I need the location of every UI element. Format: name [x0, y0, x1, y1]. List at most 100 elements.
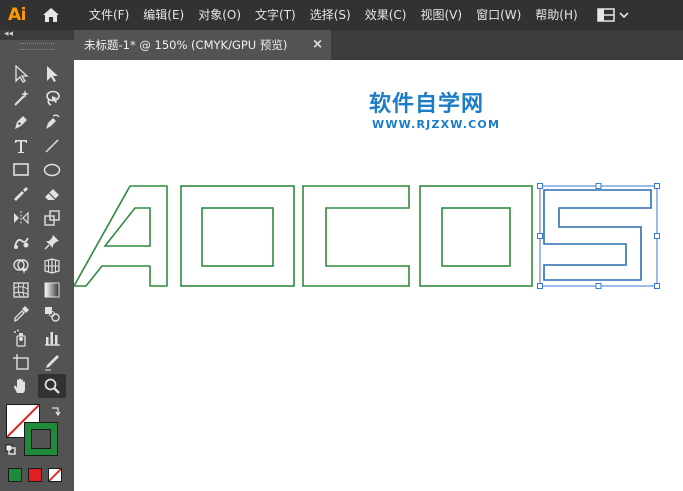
blend-tool-icon	[45, 307, 60, 322]
eyedropper-tool[interactable]	[7, 302, 35, 326]
collapse-panel-icon[interactable]: ◂◂	[4, 28, 13, 40]
line-tool-icon	[45, 139, 59, 153]
mesh-tool-icon	[13, 282, 29, 298]
stroke-swatch[interactable]	[24, 422, 58, 456]
letter-o-outline[interactable]	[180, 185, 295, 287]
hand-tool-icon	[14, 378, 25, 393]
selection-handle	[537, 233, 543, 239]
menu-object[interactable]: 对象(O)	[191, 0, 248, 30]
letter-s-outline[interactable]	[543, 189, 652, 281]
home-icon	[43, 8, 59, 22]
curvature-tool[interactable]	[38, 110, 66, 134]
menu-view[interactable]: 视图(V)	[413, 0, 469, 30]
eyedropper-tool-icon	[14, 306, 29, 323]
paintbrush-tool[interactable]	[7, 182, 35, 206]
default-fill-stroke-icon[interactable]	[5, 444, 17, 456]
none-icon	[49, 469, 61, 481]
tools-panel-header[interactable]: ◂◂	[0, 28, 74, 40]
zoom-tool[interactable]	[38, 374, 66, 398]
puppet-warp-tool-icon	[14, 237, 29, 249]
column-graph-tool-icon	[45, 332, 60, 346]
document-tab-bar: 未标题-1* @ 150% (CMYK/GPU 预览) ×	[74, 30, 683, 60]
type-tool-icon	[15, 140, 27, 153]
menu-file[interactable]: 文件(F)	[82, 0, 136, 30]
chevron-down-icon	[619, 12, 629, 19]
direct-selection-tool[interactable]	[38, 62, 66, 86]
selection-tool[interactable]	[7, 62, 35, 86]
scale-tool[interactable]	[38, 206, 66, 230]
hand-tool[interactable]	[7, 374, 35, 398]
ellipse-tool-icon	[43, 163, 61, 177]
ellipse-tool[interactable]	[38, 158, 66, 182]
gradient-tool-icon	[44, 282, 60, 298]
color-mode-button[interactable]	[8, 468, 22, 482]
selection-handle	[537, 283, 543, 289]
artboard-tool-icon	[13, 354, 29, 370]
pin-tool[interactable]	[38, 230, 66, 254]
type-tool[interactable]	[7, 134, 35, 158]
perspective-grid-tool[interactable]	[38, 254, 66, 278]
document-tab[interactable]: 未标题-1* @ 150% (CMYK/GPU 预览) ×	[74, 30, 331, 60]
zoom-tool-icon	[44, 378, 60, 394]
selection-handle	[654, 283, 660, 289]
menu-window[interactable]: 窗口(W)	[469, 0, 528, 30]
perspective-grid-tool-icon	[44, 258, 60, 274]
menu-select[interactable]: 选择(S)	[303, 0, 358, 30]
letter-c-outline[interactable]	[302, 185, 410, 287]
selection-handle	[654, 233, 660, 239]
symbol-sprayer-tool[interactable]	[7, 326, 35, 350]
gradient-mode-button[interactable]	[28, 468, 42, 482]
none-mode-button[interactable]	[48, 468, 62, 482]
scale-tool-icon	[44, 210, 60, 226]
main-menu: 文件(F) 编辑(E) 对象(O) 文字(T) 选择(S) 效果(C) 视图(V…	[82, 0, 585, 30]
pen-tool[interactable]	[7, 110, 35, 134]
lasso-tool-icon	[46, 90, 60, 106]
menu-effect[interactable]: 效果(C)	[358, 0, 414, 30]
lasso-tool[interactable]	[38, 86, 66, 110]
app-logo: Ai	[8, 5, 26, 25]
blend-tool[interactable]	[38, 302, 66, 326]
selection-handle	[595, 283, 602, 289]
selection-tool-icon	[15, 65, 29, 83]
artwork	[74, 183, 660, 289]
slice-tool[interactable]	[38, 350, 66, 374]
swap-fill-stroke-icon[interactable]	[50, 405, 62, 417]
selection-handle	[537, 183, 543, 189]
document-tab-title: 未标题-1* @ 150% (CMYK/GPU 预览)	[84, 38, 288, 52]
letter-a-outline[interactable]	[74, 185, 168, 287]
menu-edit[interactable]: 编辑(E)	[136, 0, 191, 30]
menu-bar: Ai 文件(F) 编辑(E) 对象(O) 文字(T) 选择(S) 效果(C) 视…	[0, 0, 683, 30]
artboard-canvas[interactable]: 软件自学网 WWW.RJZXW.COM	[74, 60, 683, 491]
pin-tool-icon	[44, 235, 59, 250]
letter-o2-outline[interactable]	[419, 185, 533, 287]
artboard-tool[interactable]	[7, 350, 35, 374]
slice-tool-icon	[45, 355, 59, 371]
shape-builder-tool-icon	[13, 259, 29, 274]
column-graph-tool[interactable]	[38, 326, 66, 350]
puppet-warp-tool[interactable]	[7, 230, 35, 254]
workspace-switcher-button[interactable]	[596, 0, 629, 30]
panel-grip[interactable]	[20, 43, 54, 50]
menu-type[interactable]: 文字(T)	[248, 0, 303, 30]
magic-wand-tool-icon	[14, 90, 29, 106]
tools-panel: ◂◂	[0, 28, 74, 491]
selection-handle	[595, 183, 602, 189]
rectangle-tool[interactable]	[7, 158, 35, 182]
reflect-tool[interactable]	[7, 206, 35, 230]
menu-help[interactable]: 帮助(H)	[528, 0, 584, 30]
reflect-tool-icon	[14, 211, 29, 225]
line-tool[interactable]	[38, 134, 66, 158]
mesh-tool[interactable]	[7, 278, 35, 302]
symbol-sprayer-tool-icon	[14, 329, 26, 347]
eraser-tool[interactable]	[38, 182, 66, 206]
direct-selection-tool-icon	[47, 66, 58, 82]
paintbrush-tool-icon	[14, 187, 28, 201]
magic-wand-tool[interactable]	[7, 86, 35, 110]
shape-builder-tool[interactable]	[7, 254, 35, 278]
gradient-tool[interactable]	[38, 278, 66, 302]
pen-tool-icon	[15, 116, 27, 129]
eraser-tool-icon	[45, 189, 59, 200]
home-button[interactable]	[34, 0, 68, 30]
close-icon[interactable]: ×	[312, 37, 323, 52]
rectangle-tool-icon	[13, 163, 29, 176]
